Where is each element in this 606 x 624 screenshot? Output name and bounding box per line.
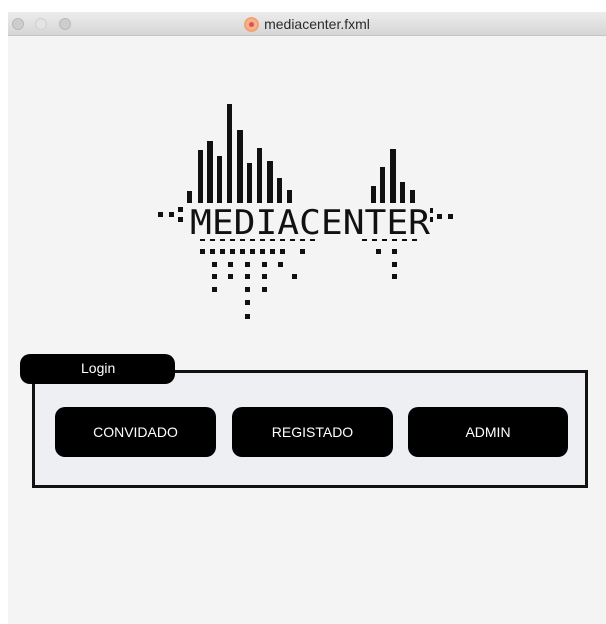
- app-window: mediacenter.fxml MEDIACENTER Login CONVI…: [8, 12, 606, 624]
- guest-login-button[interactable]: CONVIDADO: [55, 407, 216, 457]
- mediacenter-logo: MEDIACENTER: [150, 104, 470, 334]
- audio-waveform-logo-icon: MEDIACENTER: [158, 104, 453, 319]
- window-title: mediacenter.fxml: [264, 16, 370, 32]
- fxml-file-icon: [244, 16, 260, 32]
- window-title-group: mediacenter.fxml: [8, 12, 606, 36]
- logo-text: MEDIACENTER: [190, 203, 431, 243]
- admin-login-button[interactable]: ADMIN: [408, 407, 568, 457]
- login-legend: Login: [20, 354, 175, 384]
- registered-login-button[interactable]: REGISTADO: [232, 407, 393, 457]
- title-bar[interactable]: mediacenter.fxml: [8, 12, 606, 36]
